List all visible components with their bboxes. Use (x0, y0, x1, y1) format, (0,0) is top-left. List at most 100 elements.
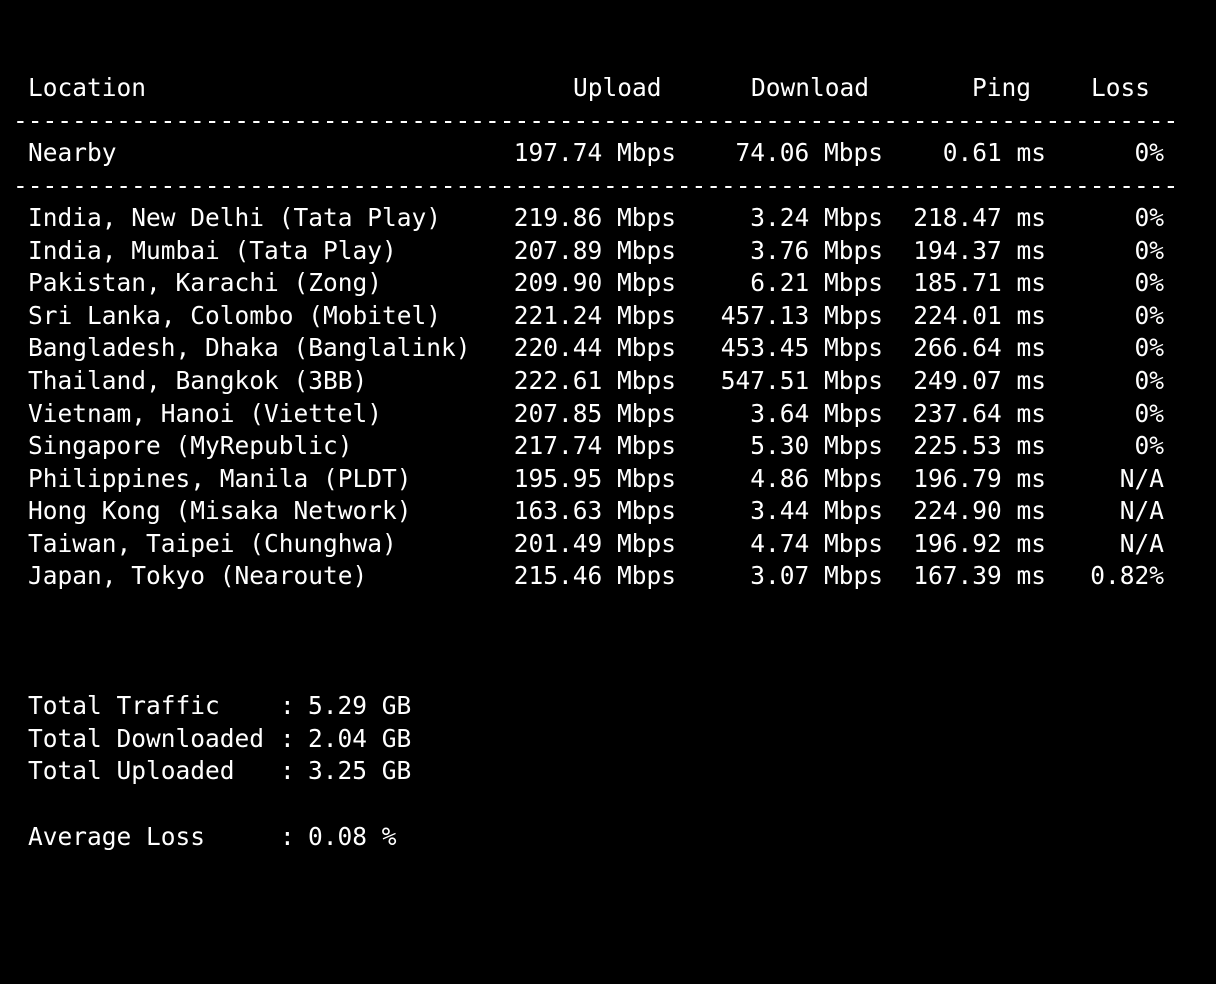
summary-total-uploaded: Total Uploaded : 3.25 GB (0, 755, 1216, 788)
row-download: 453.45 Mbps (720, 333, 883, 362)
row-upload: 222.61 Mbps (513, 366, 676, 395)
row-upload: 215.46 Mbps (513, 561, 676, 590)
separator-dashes: ----------------------------------------… (13, 106, 1177, 135)
summary-label: Total Traffic (28, 691, 220, 720)
row-ping: 224.01 ms (913, 301, 1046, 330)
row-upload: 221.24 Mbps (513, 301, 676, 330)
row-ping: 167.39 ms (913, 561, 1046, 590)
row-location: Thailand, Bangkok (3BB) (28, 366, 368, 395)
row-download: 3.24 Mbps (750, 203, 883, 232)
row-ping: 249.07 ms (913, 366, 1046, 395)
row-loss: 0% (1134, 366, 1164, 395)
row-ping: 224.90 ms (913, 496, 1046, 525)
summary-total-traffic: Total Traffic : 5.29 GB (0, 690, 1216, 723)
table-row: Pakistan, Karachi (Zong) 209.90 Mbps 6.2… (0, 267, 1216, 300)
table-row: Vietnam, Hanoi (Viettel) 207.85 Mbps 3.6… (0, 398, 1216, 431)
header-download: Download (751, 73, 870, 102)
table-row: Singapore (MyRepublic) 217.74 Mbps 5.30 … (0, 430, 1216, 463)
table-row: Philippines, Manila (PLDT) 195.95 Mbps 4… (0, 463, 1216, 496)
summary-value: 5.29 GB (308, 691, 412, 720)
nearby-upload: 197.74 Mbps (513, 138, 676, 167)
row-download: 547.51 Mbps (720, 366, 883, 395)
table-row: Thailand, Bangkok (3BB) 222.61 Mbps 547.… (0, 365, 1216, 398)
row-download: 3.76 Mbps (750, 236, 883, 265)
row-loss: 0.82% (1090, 561, 1164, 590)
row-upload: 163.63 Mbps (513, 496, 676, 525)
row-loss: N/A (1119, 529, 1164, 558)
row-location: Hong Kong (Misaka Network) (28, 496, 412, 525)
row-location: Pakistan, Karachi (Zong) (28, 268, 383, 297)
separator-line: ----------------------------------------… (0, 170, 1216, 203)
row-location: Bangladesh, Dhaka (Banglalink) (28, 333, 471, 362)
summary-value: 2.04 GB (308, 724, 412, 753)
row-location: Singapore (MyRepublic) (28, 431, 353, 460)
summary-colon: : (280, 691, 295, 720)
row-upload: 201.49 Mbps (513, 529, 676, 558)
row-download: 3.07 Mbps (750, 561, 883, 590)
header-upload: Upload (573, 73, 662, 102)
row-ping: 237.64 ms (913, 399, 1046, 428)
row-location: Sri Lanka, Colombo (Mobitel) (28, 301, 442, 330)
row-ping: 196.79 ms (913, 464, 1046, 493)
row-upload: 195.95 Mbps (513, 464, 676, 493)
row-location: Vietnam, Hanoi (Viettel) (28, 399, 383, 428)
table-row: India, New Delhi (Tata Play) 219.86 Mbps… (0, 202, 1216, 235)
row-loss: 0% (1134, 333, 1164, 362)
table-row: Japan, Tokyo (Nearoute) 215.46 Mbps 3.07… (0, 560, 1216, 593)
table-row: Bangladesh, Dhaka (Banglalink) 220.44 Mb… (0, 332, 1216, 365)
row-ping: 225.53 ms (913, 431, 1046, 460)
summary-value: 3.25 GB (308, 756, 412, 785)
summary-average-loss: Average Loss : 0.08 % (0, 821, 1216, 854)
nearby-ping: 0.61 ms (942, 138, 1046, 167)
summary-label: Total Uploaded (28, 756, 235, 785)
row-ping: 218.47 ms (913, 203, 1046, 232)
row-upload: 207.89 Mbps (513, 236, 676, 265)
summary-colon: : (280, 756, 295, 785)
row-ping: 194.37 ms (913, 236, 1046, 265)
nearby-location: Nearby (28, 138, 117, 167)
row-upload: 207.85 Mbps (513, 399, 676, 428)
row-loss: N/A (1119, 464, 1164, 493)
table-row: India, Mumbai (Tata Play) 207.89 Mbps 3.… (0, 235, 1216, 268)
summary-label: Average Loss (28, 822, 206, 851)
row-location: Philippines, Manila (PLDT) (28, 464, 412, 493)
row-download: 3.44 Mbps (750, 496, 883, 525)
summary-colon: : (280, 724, 295, 753)
summary-label: Total Downloaded (28, 724, 265, 753)
row-ping: 185.71 ms (913, 268, 1046, 297)
nearby-loss: 0% (1134, 138, 1164, 167)
row-download: 6.21 Mbps (750, 268, 883, 297)
row-location: India, Mumbai (Tata Play) (28, 236, 397, 265)
summary-colon: : (280, 822, 295, 851)
row-upload: 209.90 Mbps (513, 268, 676, 297)
row-download: 457.13 Mbps (720, 301, 883, 330)
row-upload: 220.44 Mbps (513, 333, 676, 362)
row-location: Taiwan, Taipei (Chunghwa) (28, 529, 397, 558)
summary-value: 0.08 % (308, 822, 397, 851)
row-download: 4.74 Mbps (750, 529, 883, 558)
row-download: 3.64 Mbps (750, 399, 883, 428)
row-loss: 0% (1134, 399, 1164, 428)
header-location: Location (28, 73, 147, 102)
header-loss: Loss (1091, 73, 1151, 102)
row-download: 5.30 Mbps (750, 431, 883, 460)
row-loss: 0% (1134, 301, 1164, 330)
terminal-output: Location Upload Download Ping Loss -----… (0, 0, 1216, 864)
row-location: India, New Delhi (Tata Play) (28, 203, 442, 232)
separator-line: ----------------------------------------… (0, 105, 1216, 138)
separator-dashes: ----------------------------------------… (13, 171, 1177, 200)
table-row: Hong Kong (Misaka Network) 163.63 Mbps 3… (0, 495, 1216, 528)
table-header: Location Upload Download Ping Loss (0, 72, 1216, 105)
row-upload: 217.74 Mbps (513, 431, 676, 460)
row-download: 4.86 Mbps (750, 464, 883, 493)
table-row: Sri Lanka, Colombo (Mobitel) 221.24 Mbps… (0, 300, 1216, 333)
row-loss: 0% (1134, 236, 1164, 265)
row-loss: 0% (1134, 431, 1164, 460)
summary-total-downloaded: Total Downloaded : 2.04 GB (0, 723, 1216, 756)
row-ping: 196.92 ms (913, 529, 1046, 558)
row-upload: 219.86 Mbps (513, 203, 676, 232)
row-location: Japan, Tokyo (Nearoute) (28, 561, 368, 590)
row-loss: 0% (1134, 203, 1164, 232)
row-loss: N/A (1119, 496, 1164, 525)
row-ping: 266.64 ms (913, 333, 1046, 362)
